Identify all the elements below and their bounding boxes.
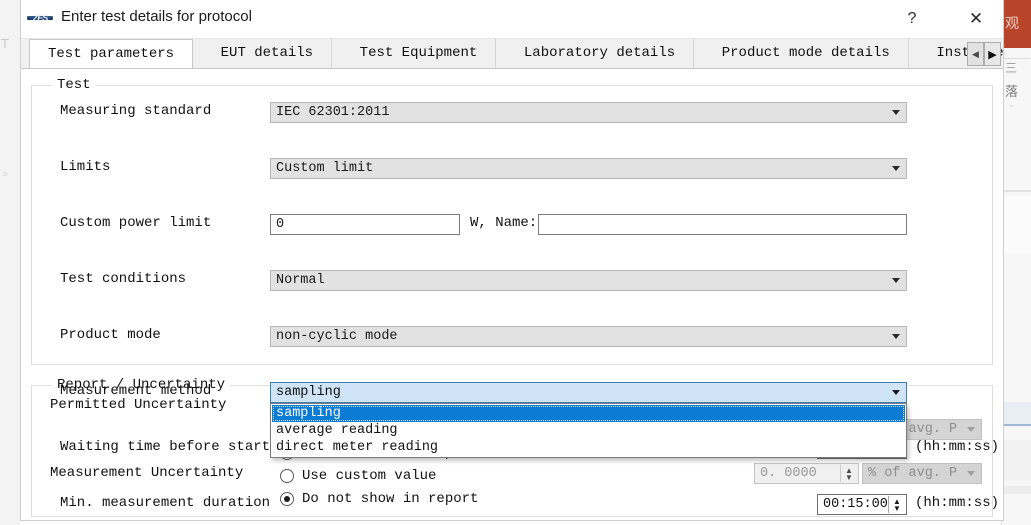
radio-label: Do not show in report — [302, 491, 478, 507]
label-custom-power-limit: Custom power limit — [60, 215, 211, 231]
label-test-conditions: Test conditions — [60, 271, 186, 287]
background-cjk-menu-1: 三 — [1005, 62, 1017, 74]
chevron-down-icon — [892, 110, 900, 115]
combo-test-conditions[interactable]: Normal — [270, 270, 907, 291]
background-band-5 — [1002, 440, 1031, 480]
chevron-down-icon — [892, 166, 900, 171]
screen-root: T » 观 三 落 ˇ ZES Enter test details for p… — [0, 0, 1031, 525]
dropdown-option-average-reading[interactable]: average reading — [272, 422, 905, 439]
background-cjk-menu-2: 落 — [1005, 86, 1018, 99]
chevron-down-icon — [892, 390, 900, 395]
combo-limits[interactable]: Custom limit — [270, 158, 907, 179]
spinner-arrows-icon[interactable]: ▲▼ — [840, 465, 857, 482]
input-custom-power-limit[interactable]: 0 — [270, 214, 460, 235]
combo-measuring-standard-value: IEC 62301:2011 — [276, 105, 389, 120]
background-cjk-title: 观 — [1005, 17, 1019, 31]
dialog-title: Enter test details for protocol — [61, 8, 252, 25]
label-power-unit-and-name: W, Name: — [470, 215, 537, 231]
tab-bar: Test parameters EUT details Test Equipme… — [21, 39, 1003, 69]
background-band-1 — [1002, 190, 1031, 192]
close-icon[interactable]: ✕ — [953, 0, 999, 38]
help-icon[interactable]: ? — [889, 0, 935, 38]
spinner-measurement-value: 0. 0000 — [760, 466, 817, 481]
test-group: Test Measuring standard IEC 62301:2011 L… — [31, 77, 993, 365]
tab-scroll-right-icon[interactable]: ▶ — [984, 42, 1001, 66]
tab-product-mode-details[interactable]: Product mode details — [704, 39, 909, 68]
radio-button-icon — [280, 469, 294, 483]
dropdown-option-direct-meter-reading[interactable]: direct meter reading — [272, 439, 905, 456]
radio-label: Use custom value — [302, 468, 436, 484]
chevron-down-icon — [967, 427, 975, 432]
dialog-titlebar: ZES Enter test details for protocol ? ✕ — [21, 0, 1003, 39]
combo-product-mode-value: non-cyclic mode — [276, 329, 398, 344]
label-product-mode: Product mode — [60, 327, 161, 343]
tab-test-equipment[interactable]: Test Equipment — [342, 39, 497, 68]
background-band-3 — [1002, 402, 1031, 424]
background-band-6 — [1002, 486, 1031, 494]
label-limits: Limits — [60, 159, 110, 175]
background-divider-1 — [1004, 58, 1030, 59]
row-product-mode: Product mode non-cyclic mode — [42, 323, 982, 351]
dropdown-measurement-method[interactable]: sampling average reading direct meter re… — [270, 403, 907, 458]
dropdown-option-sampling[interactable]: sampling — [272, 405, 905, 422]
background-band-4 — [1002, 424, 1031, 426]
row-limits: Limits Custom limit — [42, 155, 982, 183]
background-left-strip — [0, 0, 20, 525]
combo-measurement-method-value: sampling — [276, 385, 341, 400]
row-custom-power-limit: Custom power limit 0 W, Name: — [42, 211, 982, 239]
chevron-down-icon — [892, 334, 900, 339]
report-group-legend: Report / Uncertainty — [52, 377, 230, 393]
combo-measuring-standard[interactable]: IEC 62301:2011 — [270, 102, 907, 123]
row-test-conditions: Test conditions Normal — [42, 267, 982, 295]
chevron-down-icon — [892, 278, 900, 283]
tab-test-parameters[interactable]: Test parameters — [29, 39, 193, 69]
label-measurement-uncertainty: Measurement Uncertainty — [50, 465, 243, 481]
tab-content-test-parameters: Test Measuring standard IEC 62301:2011 L… — [21, 69, 1003, 520]
zes-logo-icon: ZES — [27, 11, 53, 24]
tab-laboratory-details[interactable]: Laboratory details — [506, 39, 694, 68]
combo-product-mode[interactable]: non-cyclic mode — [270, 326, 907, 347]
background-ghost-arrow-icon: » — [2, 168, 8, 180]
row-measuring-standard: Measuring standard IEC 62301:2011 — [42, 99, 982, 127]
label-permitted-uncertainty: Permitted Uncertainty — [50, 397, 226, 413]
test-details-dialog: ZES Enter test details for protocol ? ✕ … — [20, 0, 1004, 521]
combo-limits-value: Custom limit — [276, 161, 373, 176]
label-measuring-standard: Measuring standard — [60, 103, 211, 119]
background-ghost-label: T — [1, 36, 9, 51]
tab-eut-details[interactable]: EUT details — [203, 39, 332, 68]
spinner-measurement-uncertainty-value[interactable]: 0. 0000 ▲▼ — [754, 463, 859, 484]
chevron-down-icon — [967, 471, 975, 476]
tab-scroll-controls: ◀ ▶ — [967, 42, 1001, 66]
test-group-legend: Test — [52, 77, 96, 93]
tab-scroll-left-icon[interactable]: ◀ — [967, 42, 984, 66]
combo-measurement-method[interactable]: sampling — [270, 382, 907, 403]
background-chevron-down-icon: ˇ — [1010, 104, 1013, 114]
combo-test-conditions-value: Normal — [276, 273, 325, 288]
radio-button-icon — [280, 492, 294, 506]
combo-measurement-uncertainty-unit[interactable]: % of avg. P — [862, 463, 982, 484]
input-custom-power-limit-value: 0 — [276, 217, 284, 232]
logo-text: ZES — [33, 13, 48, 23]
combo-measurement-unit-value: % of avg. P — [868, 466, 957, 481]
background-band-2 — [1002, 196, 1031, 254]
input-custom-limit-name[interactable] — [538, 214, 907, 235]
